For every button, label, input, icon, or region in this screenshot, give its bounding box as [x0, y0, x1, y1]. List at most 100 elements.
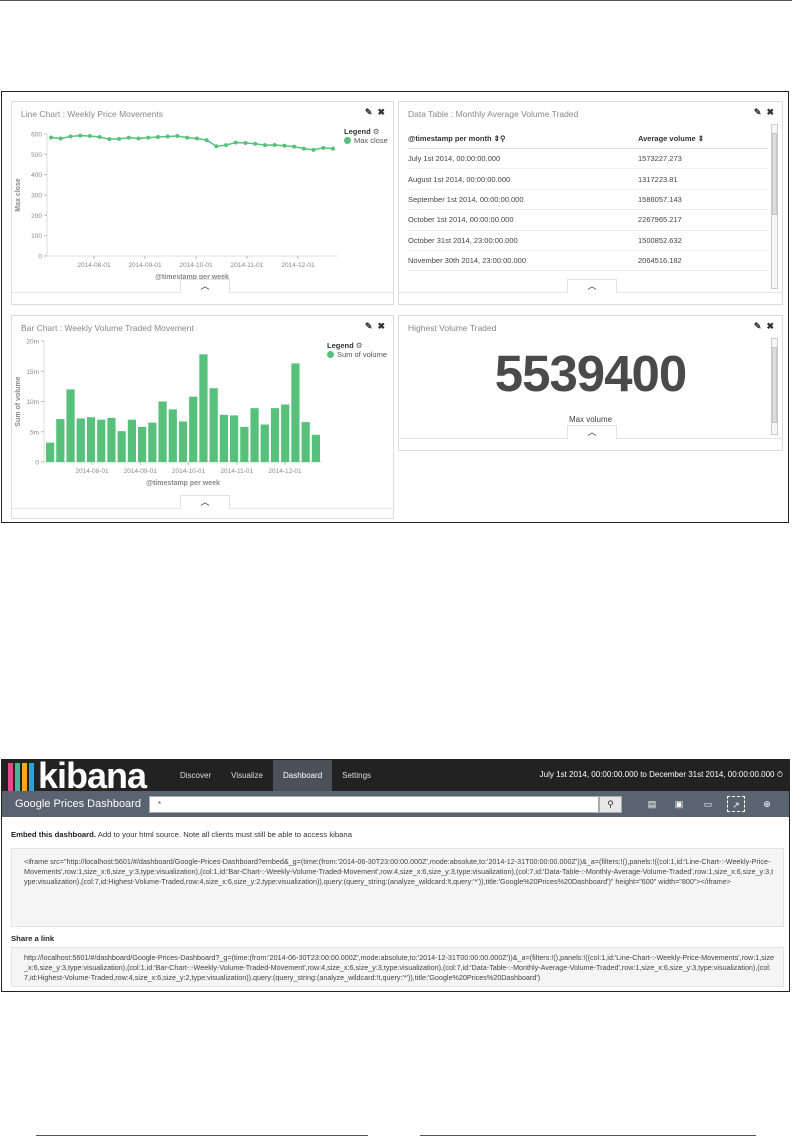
bar	[66, 389, 75, 462]
column-header-timestamp[interactable]: @timestamp per month ⇕⚲	[408, 130, 638, 149]
collapse-chevron-button[interactable]: ︿	[567, 279, 617, 293]
kibana-share-screenshot: kibana Discover Visualize Dashboard Sett…	[1, 759, 790, 992]
clock-icon: ⏱	[776, 770, 783, 779]
bar	[107, 417, 116, 462]
nav-settings[interactable]: Settings	[332, 760, 381, 791]
y-axis-label: Sum of volume	[15, 376, 22, 426]
chart-legend[interactable]: Legend ⚙ Max close	[344, 127, 388, 145]
bar	[291, 363, 300, 462]
data-point	[301, 146, 306, 151]
data-point	[331, 146, 335, 151]
x-tick-label: 2014-12-01	[281, 262, 315, 269]
panel-tools: ✎ ✖	[360, 321, 385, 332]
collapse-chevron-button[interactable]: ︿	[180, 279, 230, 293]
data-point	[262, 143, 267, 148]
close-icon[interactable]: ✖	[766, 321, 774, 331]
table-row: October 31st 2014, 23:00:00.000 1500852.6…	[408, 230, 768, 251]
dashboard-title: Google Prices Dashboard	[15, 798, 141, 810]
vertical-scrollbar[interactable]	[771, 124, 778, 289]
close-icon[interactable]: ✖	[377, 107, 385, 117]
bar	[270, 408, 280, 462]
vertical-scrollbar[interactable]	[771, 338, 778, 435]
edit-pencil-icon[interactable]: ✎	[365, 321, 373, 331]
bar	[189, 396, 198, 462]
y-tick-label: 500	[31, 152, 42, 159]
bar-chart-panel: Bar Chart : Weekly Volume Traded Movemen…	[11, 315, 394, 519]
new-dashboard-icon[interactable]: ▤	[643, 796, 661, 812]
chart-legend[interactable]: Legend ⚙ Sum of volume	[327, 341, 387, 359]
data-point	[204, 138, 209, 143]
save-icon[interactable]: ▣	[670, 796, 688, 812]
line-chart-svg: 0 100 200 300 400 500 600 2014-08-01 2014-09-01 2…	[15, 132, 337, 281]
y-tick-label: 300	[31, 193, 42, 200]
data-point	[311, 147, 316, 152]
data-point	[126, 135, 131, 140]
table-row: August 1st 2014, 00:00:00.000 1317223.81	[408, 168, 768, 190]
gear-icon[interactable]: ⚙	[373, 127, 380, 136]
nav-dashboard[interactable]: Dashboard	[273, 760, 333, 791]
dashboard-screenshot: Line Chart : Weekly Price Movements ✎ ✖ 0…	[1, 91, 789, 523]
edit-pencil-icon[interactable]: ✎	[754, 321, 762, 331]
panel-tools: ✎ ✖	[749, 107, 774, 118]
nav-visualize[interactable]: Visualize	[221, 760, 273, 791]
data-point	[49, 135, 53, 140]
search-icon[interactable]: ⚲	[500, 134, 506, 143]
table-row: July 1st 2014, 00:00:00.000 1573227.273	[408, 148, 768, 170]
y-tick-label: 200	[31, 213, 42, 220]
data-point	[214, 144, 219, 149]
scrollbar-thumb[interactable]	[772, 347, 777, 423]
bar	[250, 408, 259, 462]
panel-title: Data Table : Monthly Average Volume Trad…	[408, 109, 579, 119]
bar-chart-svg: 0 5m 10m 15m 20m 2014-08-01 2014-09-01 2014-10-…	[15, 339, 322, 487]
bar	[97, 419, 106, 462]
search-input[interactable]: *	[149, 796, 599, 813]
embed-code-box[interactable]: <iframe src="http://localhost:5601/#/das…	[11, 848, 784, 927]
x-tick-label: 2014-09-01	[128, 262, 162, 269]
column-header-average-volume[interactable]: Average volume ⇕	[638, 130, 768, 149]
x-tick-label: 2014-12-01	[268, 468, 302, 475]
data-point	[175, 134, 180, 139]
y-tick-label: 15m	[26, 369, 39, 376]
line-chart-panel: Line Chart : Weekly Price Movements ✎ ✖ 0…	[11, 101, 394, 305]
gear-icon[interactable]: ⚙	[356, 341, 363, 350]
edit-pencil-icon[interactable]: ✎	[365, 107, 373, 117]
bar	[76, 418, 85, 462]
bar	[209, 388, 218, 462]
bar	[301, 422, 310, 462]
close-icon[interactable]: ✖	[766, 107, 774, 117]
data-point	[253, 141, 258, 146]
time-range-label: July 1st 2014, 00:00:00.000 to December …	[539, 770, 775, 779]
data-point	[78, 133, 83, 138]
data-point	[165, 134, 170, 139]
data-point	[117, 136, 122, 141]
edit-pencil-icon[interactable]: ✎	[754, 107, 762, 117]
nav-discover[interactable]: Discover	[170, 760, 221, 791]
embed-heading-line: Embed this dashboard. Add to your html s…	[11, 830, 352, 839]
data-point	[107, 137, 112, 142]
time-range-picker[interactable]: July 1st 2014, 00:00:00.000 to December …	[540, 770, 783, 780]
collapse-chevron-button[interactable]: ︿	[567, 425, 617, 439]
panel-tools: ✎ ✖	[749, 321, 774, 332]
embed-heading: Embed this dashboard.	[11, 830, 97, 839]
data-table-panel: Data Table : Monthly Average Volume Trad…	[398, 101, 783, 305]
series-line-max-close	[50, 134, 334, 151]
x-tick-label: 2014-10-01	[172, 468, 206, 475]
data-point	[272, 142, 277, 147]
sort-icon[interactable]: ⇕	[698, 134, 704, 143]
metric-label: Max volume	[568, 415, 613, 424]
add-panel-icon[interactable]: ⊕	[758, 796, 776, 812]
share-icon[interactable]: ↗	[727, 796, 745, 812]
share-link-box[interactable]: http://localhost:5601/#/dashboard/Google…	[11, 947, 784, 987]
open-folder-icon[interactable]: ▭	[699, 796, 717, 812]
table-row: November 30th 2014, 23:00:00.000 2064516.…	[408, 250, 768, 272]
close-icon[interactable]: ✖	[377, 321, 385, 331]
table-row: October 1st 2014, 00:00:00.000 2267965.21…	[408, 209, 768, 231]
scrollbar-thumb[interactable]	[772, 133, 777, 215]
footer-rule-right	[420, 1135, 756, 1136]
data-point	[292, 144, 297, 149]
data-point	[194, 136, 199, 141]
collapse-chevron-button[interactable]: ︿	[180, 495, 230, 509]
search-button[interactable]: ⚲	[599, 796, 622, 813]
y-tick-label: 5m	[30, 429, 39, 436]
bar	[178, 421, 188, 462]
